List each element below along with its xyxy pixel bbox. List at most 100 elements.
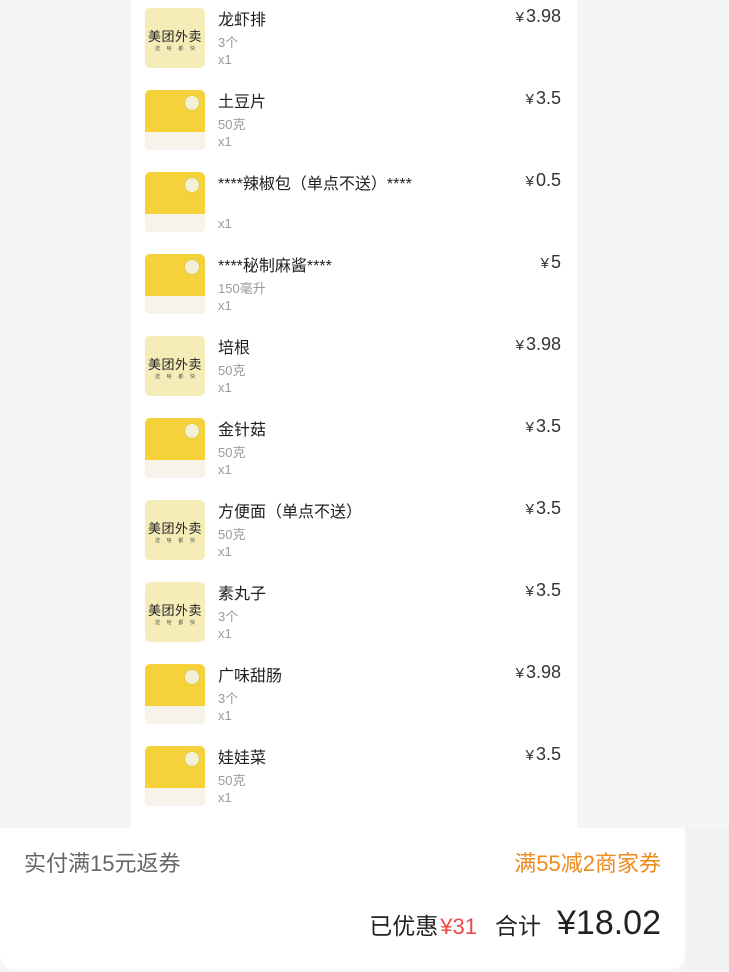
background-strip — [685, 828, 729, 970]
price-value: 3.5 — [535, 744, 561, 764]
item-price: ¥3.98 — [516, 662, 561, 683]
product-photo-thumbnail — [145, 254, 205, 314]
item-spec: 50克 — [218, 363, 246, 378]
item-spec: 3个 — [218, 35, 239, 50]
order-detail-page: 美团外卖送啥都快龙虾排 3个 x1 ¥3.98 土豆片 50克 x1 ¥3.5 ****辣椒包（… — [0, 0, 729, 972]
item-spec: 50克 — [218, 117, 246, 132]
price-value: 3.5 — [535, 416, 561, 436]
item-quantity: x1 — [218, 134, 232, 149]
logo-text: 美团外卖 — [147, 358, 202, 373]
item-name: 娃娃菜 — [218, 750, 267, 767]
photo-base — [145, 460, 205, 478]
logo-text: 美团外卖 — [147, 604, 202, 619]
brand-badge-icon — [184, 177, 200, 193]
discount-value: ¥31 — [440, 914, 477, 939]
currency-symbol: ¥ — [525, 173, 534, 190]
logo-slogan-char: 送 — [155, 374, 161, 380]
product-photo-thumbnail — [145, 172, 205, 232]
logo-slogan-char: 送 — [155, 620, 161, 626]
currency-symbol: ¥ — [515, 665, 524, 682]
order-item[interactable]: 广味甜肠 3个 x1 ¥3.98 — [131, 656, 577, 738]
item-name: 培根 — [218, 340, 251, 357]
item-price: ¥0.5 — [526, 170, 561, 191]
order-item[interactable]: ****秘制麻酱**** 150毫升 x1 ¥5 — [131, 246, 577, 328]
logo-slogan: 送啥都快 — [149, 373, 201, 380]
logo-slogan-char: 都 — [178, 374, 184, 380]
order-item[interactable]: 美团外卖送啥都快方便面（单点不送） 50克 x1 ¥3.5 — [131, 492, 577, 574]
item-quantity: x1 — [218, 380, 232, 395]
logo-slogan-char: 啥 — [166, 46, 172, 52]
product-photo-thumbnail — [145, 418, 205, 478]
item-price: ¥3.5 — [526, 498, 561, 519]
meituan-logo-thumbnail: 美团外卖送啥都快 — [145, 336, 205, 396]
item-price: ¥3.98 — [516, 6, 561, 27]
order-item[interactable]: 美团外卖送啥都快培根 50克 x1 ¥3.98 — [131, 328, 577, 410]
price-value: 3.5 — [535, 498, 561, 518]
item-quantity: x1 — [218, 708, 232, 723]
order-item-list: 美团外卖送啥都快龙虾排 3个 x1 ¥3.98 土豆片 50克 x1 ¥3.5 ****辣椒包（… — [131, 0, 577, 830]
item-quantity: x1 — [218, 790, 232, 805]
item-name: 方便面（单点不送） — [218, 504, 363, 521]
price-value: 3.5 — [535, 88, 561, 108]
logo-slogan-char: 送 — [155, 46, 161, 52]
item-price: ¥3.5 — [526, 580, 561, 601]
item-price: ¥5 — [541, 252, 561, 273]
meituan-logo-thumbnail: 美团外卖送啥都快 — [145, 582, 205, 642]
total-row: 已优惠 ¥31 合计 ¥18.02 — [369, 904, 661, 943]
item-name: 广味甜肠 — [218, 668, 283, 685]
logo-slogan-char: 啥 — [166, 538, 172, 544]
currency-symbol: ¥ — [515, 337, 524, 354]
item-quantity: x1 — [218, 626, 232, 641]
logo-text: 美团外卖 — [147, 30, 202, 45]
order-item[interactable]: 娃娃菜 50克 x1 ¥3.5 — [131, 738, 577, 820]
price-value: 3.98 — [525, 662, 561, 682]
price-value: 5 — [550, 252, 561, 272]
logo-slogan-char: 都 — [178, 538, 184, 544]
currency-symbol: ¥ — [525, 583, 534, 600]
photo-base — [145, 214, 205, 232]
item-spec: 3个 — [218, 691, 239, 706]
item-spec: 50克 — [218, 445, 246, 460]
meituan-logo-thumbnail: 美团外卖送啥都快 — [145, 500, 205, 560]
currency-symbol: ¥ — [525, 747, 534, 764]
photo-base — [145, 132, 205, 150]
photo-base — [145, 706, 205, 724]
price-value: 3.5 — [535, 580, 561, 600]
item-price: ¥3.5 — [526, 88, 561, 109]
brand-badge-icon — [184, 751, 200, 767]
logo-slogan-char: 都 — [178, 620, 184, 626]
logo-slogan-char: 啥 — [166, 620, 172, 626]
order-item[interactable]: 金针菇 50克 x1 ¥3.5 — [131, 410, 577, 492]
order-summary: 实付满15元返券 满55减2商家券 已优惠 ¥31 合计 ¥18.02 — [0, 828, 685, 970]
price-value: 0.5 — [535, 170, 561, 190]
item-name: ****秘制麻酱**** — [218, 258, 332, 275]
logo-slogan-char: 快 — [189, 538, 195, 544]
logo-slogan: 送啥都快 — [149, 537, 201, 544]
photo-base — [145, 788, 205, 806]
item-quantity: x1 — [218, 462, 232, 477]
currency-symbol: ¥ — [525, 501, 534, 518]
order-item[interactable]: 土豆片 50克 x1 ¥3.5 — [131, 82, 577, 164]
item-quantity: x1 — [218, 544, 232, 559]
item-spec: 50克 — [218, 527, 246, 542]
logo-slogan-char: 都 — [178, 46, 184, 52]
merchant-coupon-link[interactable]: 满55减2商家券 — [514, 846, 661, 878]
logo-slogan-char: 送 — [155, 538, 161, 544]
item-spec: 50克 — [218, 773, 246, 788]
currency-symbol: ¥ — [515, 9, 524, 26]
order-item[interactable]: 美团外卖送啥都快龙虾排 3个 x1 ¥3.98 — [131, 0, 577, 82]
order-item[interactable]: 美团外卖送啥都快素丸子 3个 x1 ¥3.5 — [131, 574, 577, 656]
item-name: ****辣椒包（单点不送）**** — [218, 176, 412, 193]
rebate-text: 实付满15元返券 — [24, 851, 181, 876]
item-price: ¥3.98 — [516, 334, 561, 355]
discount-label: 已优惠 — [369, 913, 439, 939]
item-spec: 150毫升 — [218, 281, 266, 296]
product-photo-thumbnail — [145, 746, 205, 806]
item-quantity: x1 — [218, 216, 232, 231]
item-price: ¥3.5 — [526, 416, 561, 437]
total-value: ¥18.02 — [557, 904, 661, 942]
logo-text: 美团外卖 — [147, 522, 202, 537]
order-item[interactable]: ****辣椒包（单点不送）**** x1 ¥0.5 — [131, 164, 577, 246]
brand-badge-icon — [184, 423, 200, 439]
brand-badge-icon — [184, 259, 200, 275]
